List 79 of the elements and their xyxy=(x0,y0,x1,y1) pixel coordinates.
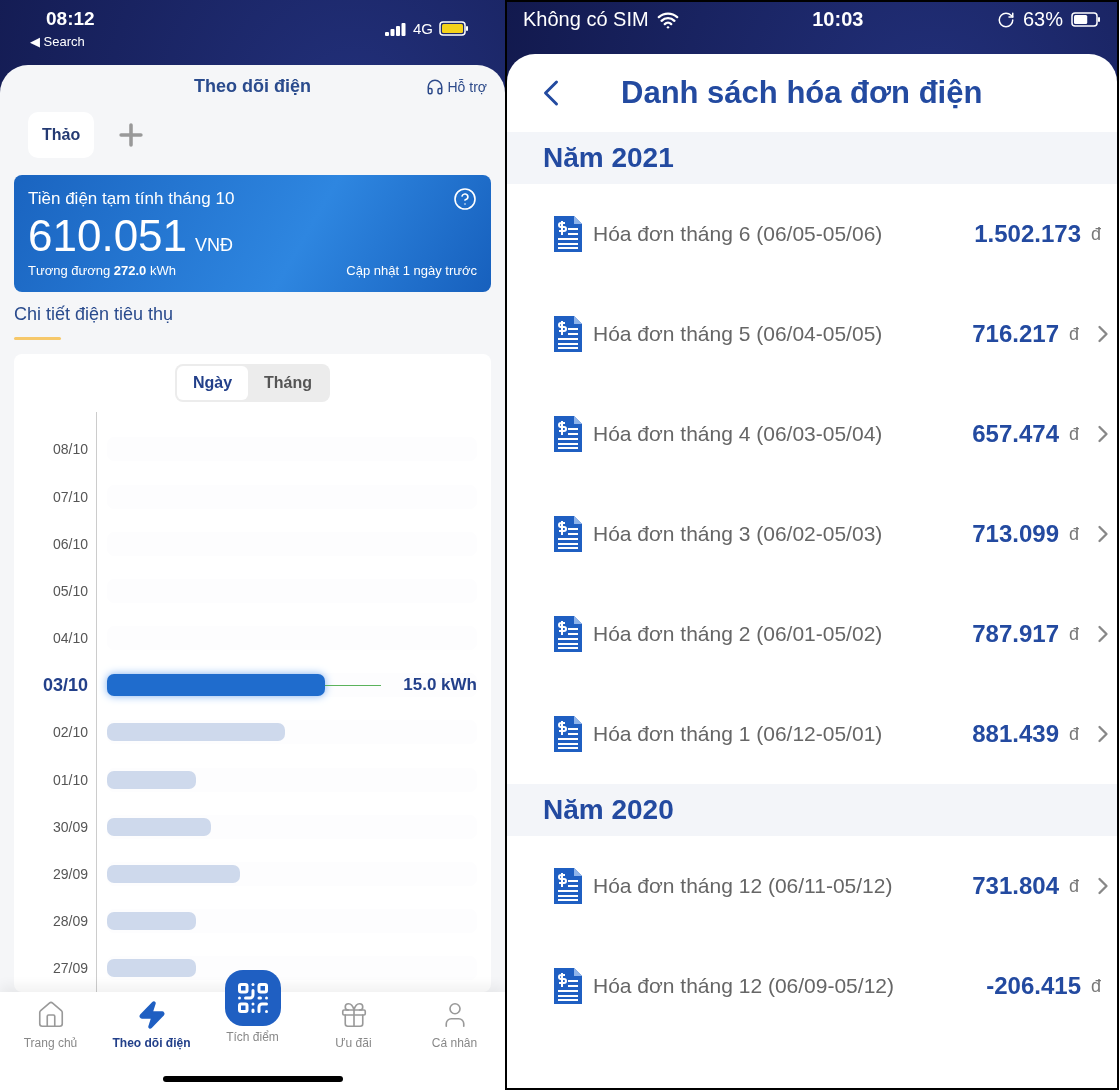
update-time: Cập nhật 1 ngày trước xyxy=(346,262,477,278)
leader-line xyxy=(325,685,381,687)
currency-label: đ xyxy=(1069,623,1079,645)
invoice-amount: 881.439 xyxy=(972,720,1059,748)
carrier-label: Không có SIM xyxy=(523,8,649,31)
invoice-amount: -206.415 xyxy=(986,972,1081,1000)
back-to-search-link[interactable]: ◀ Search xyxy=(30,34,95,49)
invoice-title[interactable]: Hóa đơn tháng 12 (06/09-05/12) xyxy=(593,974,894,998)
nav-tab[interactable]: Cá nhân xyxy=(404,992,505,1051)
currency-label: đ xyxy=(1091,223,1101,245)
battery-icon xyxy=(1071,12,1101,27)
support-link[interactable]: Hỗ trợ xyxy=(426,77,487,96)
equivalent-usage: Tương đương 272.0 kWh xyxy=(28,262,176,278)
currency-label: đ xyxy=(1091,975,1101,997)
date-label: 01/10 xyxy=(52,771,88,788)
status-time: 10:03 xyxy=(812,7,864,31)
date-label: 28/09 xyxy=(52,913,88,930)
invoice-title[interactable]: Hóa đơn tháng 12 (06/11-05/12) xyxy=(593,874,893,898)
invoice-amount: 1.502.173 xyxy=(974,220,1081,248)
rotation-lock-icon xyxy=(996,10,1015,29)
invoice-title[interactable]: Hóa đơn tháng 2 (06/01-05/02) xyxy=(593,622,883,646)
invoice-icon xyxy=(553,967,583,1005)
bill-title: Tiền điện tạm tính tháng 10 xyxy=(28,188,235,209)
year-heading: Năm 2021 xyxy=(543,142,674,174)
currency-label: đ xyxy=(1069,323,1079,345)
nav-tab[interactable]: Trang chủ xyxy=(0,992,101,1051)
battery-percent: 63% xyxy=(1022,8,1063,31)
year-heading: Năm 2020 xyxy=(543,794,674,826)
invoice-icon xyxy=(553,215,583,253)
bill-amount: 610.051 xyxy=(28,210,188,261)
date-label: 06/10 xyxy=(52,535,88,552)
invoice-amount: 657.474 xyxy=(972,420,1059,448)
currency-label: đ xyxy=(1069,875,1079,897)
status-time: 08:12 xyxy=(46,8,95,30)
date-label: 07/10 xyxy=(52,488,88,505)
invoice-amount: 713.099 xyxy=(972,520,1059,548)
nav-tab[interactable]: Ưu đãi xyxy=(303,992,404,1051)
invoice-title[interactable]: Hóa đơn tháng 5 (06/04-05/05) xyxy=(593,322,883,346)
invoice-icon xyxy=(553,415,583,453)
currency-label: đ xyxy=(1069,423,1079,445)
date-label: 27/09 xyxy=(52,960,88,977)
nav-tab[interactable]: Tích điểm xyxy=(202,962,303,1045)
invoice-icon xyxy=(553,515,583,553)
date-label: 05/10 xyxy=(52,582,88,599)
account-tab[interactable]: Thảo xyxy=(28,111,95,158)
lightning-icon xyxy=(136,1000,167,1030)
invoice-title[interactable]: Hóa đơn tháng 4 (06/03-05/04) xyxy=(593,422,883,446)
invoice-icon xyxy=(553,315,583,353)
invoice-icon xyxy=(553,615,583,653)
screen-title: Danh sách hóa đơn điện xyxy=(621,75,983,111)
help-icon[interactable] xyxy=(453,186,477,211)
usage-bar[interactable] xyxy=(107,674,326,697)
currency-label: VNĐ xyxy=(195,234,234,256)
currency-label: đ xyxy=(1069,723,1079,745)
section-title: Chi tiết điện tiêu thụ xyxy=(14,303,174,324)
period-tab[interactable]: Tháng xyxy=(248,365,329,400)
invoice-amount: 731.804 xyxy=(972,872,1059,900)
battery-icon xyxy=(439,21,469,36)
period-tab[interactable]: Ngày xyxy=(176,365,249,400)
nav-tab[interactable]: Theo dõi điện xyxy=(101,992,202,1051)
date-label: 02/10 xyxy=(52,724,88,741)
invoice-icon xyxy=(553,715,583,753)
invoice-icon xyxy=(553,867,583,905)
invoice-title[interactable]: Hóa đơn tháng 6 (06/05-05/06) xyxy=(593,222,883,246)
invoice-title[interactable]: Hóa đơn tháng 3 (06/02-05/03) xyxy=(593,522,883,546)
network-type: 4G xyxy=(413,20,433,37)
headset-icon xyxy=(426,77,445,96)
usage-value: 15.0 kWh xyxy=(403,675,477,696)
signal-icon xyxy=(385,21,407,36)
date-label: 29/09 xyxy=(52,866,88,883)
invoice-amount: 716.217 xyxy=(972,320,1059,348)
date-label: 08/10 xyxy=(52,441,88,458)
date-label: 30/09 xyxy=(52,818,88,835)
invoice-amount: 787.917 xyxy=(972,620,1059,648)
date-label: 04/10 xyxy=(52,630,88,647)
currency-label: đ xyxy=(1069,523,1079,545)
date-label: 03/10 xyxy=(42,674,88,696)
invoice-title[interactable]: Hóa đơn tháng 1 (06/12-05/01) xyxy=(593,722,883,746)
screen-title: Theo dõi điện xyxy=(194,76,311,98)
